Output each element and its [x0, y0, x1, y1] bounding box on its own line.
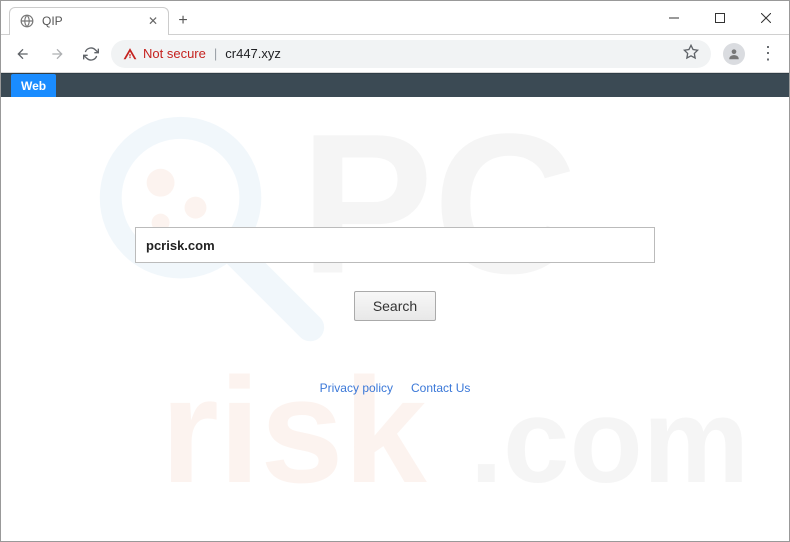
web-tab-label: Web	[21, 79, 46, 93]
address-bar[interactable]: Not secure | cr447.xyz	[111, 40, 711, 68]
person-icon	[727, 47, 741, 61]
new-tab-button[interactable]: +	[169, 7, 197, 35]
minimize-button[interactable]	[651, 1, 697, 34]
back-button[interactable]	[9, 40, 37, 68]
profile-avatar[interactable]	[723, 43, 745, 65]
toolbar: Not secure | cr447.xyz ⋮	[1, 35, 789, 73]
security-indicator[interactable]: Not secure	[123, 46, 206, 61]
forward-button[interactable]	[43, 40, 71, 68]
not-secure-label: Not secure	[143, 46, 206, 61]
browser-window: QIP ✕ + Not secu	[0, 0, 790, 542]
tab-title: QIP	[42, 14, 63, 28]
maximize-button[interactable]	[697, 1, 743, 34]
toolbar-right: ⋮	[717, 43, 781, 65]
globe-icon	[20, 14, 34, 28]
window-controls	[651, 1, 789, 34]
search-button[interactable]: Search	[354, 291, 436, 321]
search-area: Search Privacy policy Contact Us	[1, 97, 789, 395]
close-tab-icon[interactable]: ✕	[148, 14, 158, 28]
page-tab-strip: Web	[1, 73, 789, 97]
menu-button[interactable]: ⋮	[755, 43, 781, 64]
close-window-button[interactable]	[743, 1, 789, 34]
browser-tab[interactable]: QIP ✕	[9, 7, 169, 35]
warning-icon	[123, 47, 137, 61]
url-text: cr447.xyz	[225, 46, 281, 61]
titlebar: QIP ✕ +	[1, 1, 789, 35]
address-separator: |	[214, 46, 217, 61]
footer-links: Privacy policy Contact Us	[320, 381, 471, 395]
page-content: PC risk .com Web Search Privacy policy C…	[1, 73, 789, 541]
contact-us-link[interactable]: Contact Us	[411, 381, 470, 395]
bookmark-star-icon[interactable]	[683, 44, 699, 63]
reload-button[interactable]	[77, 40, 105, 68]
privacy-policy-link[interactable]: Privacy policy	[320, 381, 393, 395]
search-input[interactable]	[135, 227, 655, 263]
web-tab[interactable]: Web	[11, 74, 56, 97]
